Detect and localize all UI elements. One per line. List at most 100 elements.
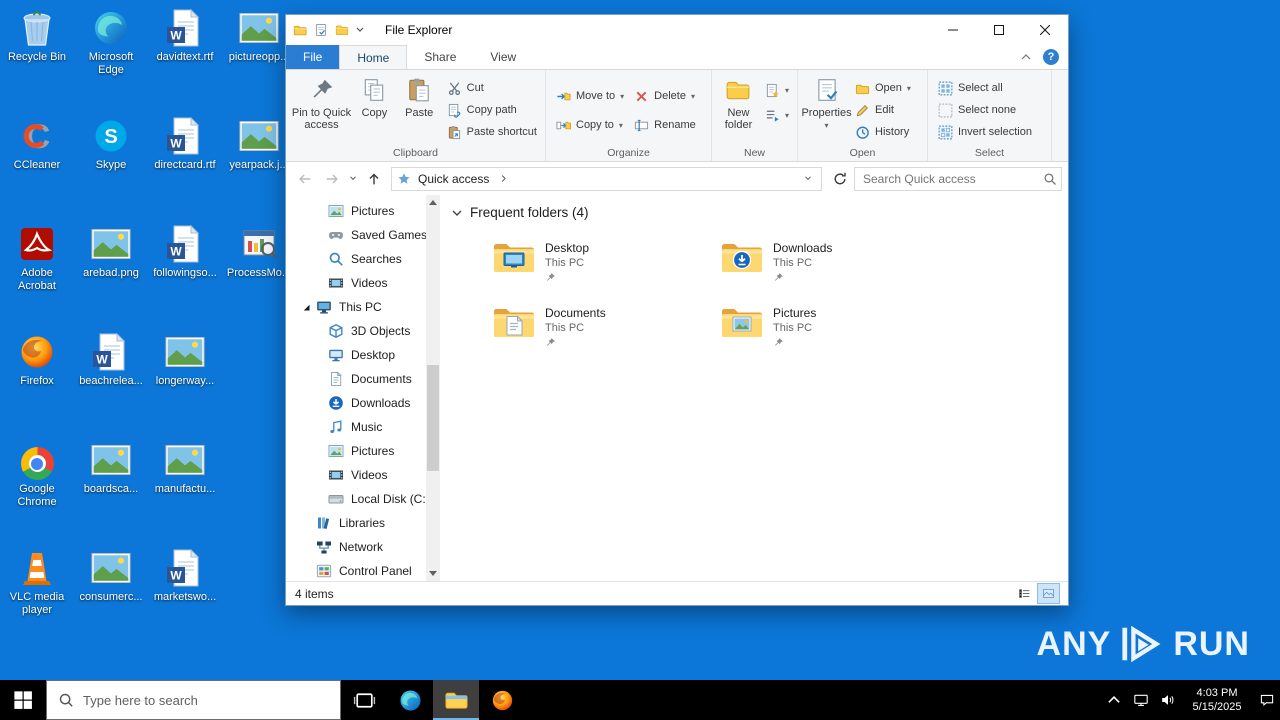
delete-button[interactable]: Delete▾ [629, 86, 701, 106]
sidebar-item-3d-objects[interactable]: 3D Objects [286, 319, 426, 343]
address-bar[interactable]: Quick access [391, 167, 822, 191]
easy-access-button[interactable]: ▾ [760, 105, 794, 125]
refresh-button[interactable] [827, 166, 852, 191]
desktop-icon-vlc-media-player[interactable]: VLC media player [4, 548, 70, 617]
scrollbar-thumb[interactable] [427, 365, 439, 471]
maximize-button[interactable] [976, 15, 1022, 45]
taskbar-search-input[interactable] [83, 693, 329, 708]
help-button[interactable]: ? [1043, 49, 1059, 65]
explorer-search-box[interactable] [854, 167, 1062, 191]
desktop-icon-boardsca[interactable]: boardsca... [78, 440, 144, 496]
cut-button[interactable]: Cut [442, 78, 542, 98]
desktop-icon-arebad-png[interactable]: arebad.png [78, 224, 144, 280]
desktop-icon-processmo[interactable]: ProcessMo... [226, 224, 292, 280]
tab-file[interactable]: File [286, 45, 339, 69]
tab-view[interactable]: View [473, 45, 533, 69]
move-to-button[interactable]: Move to▾ [551, 86, 629, 106]
new-item-button[interactable]: ▾ [760, 80, 794, 100]
frequent-folders-section-header[interactable]: Frequent folders (4) [448, 205, 1068, 220]
task-view-button[interactable] [341, 680, 387, 720]
sidebar-item-music[interactable]: Music [286, 415, 426, 439]
minimize-button[interactable] [930, 15, 976, 45]
hidden-icons-button[interactable] [1100, 680, 1127, 720]
desktop-icon-longerway[interactable]: longerway... [152, 332, 218, 388]
close-button[interactable] [1022, 15, 1068, 45]
desktop-icon-microsoft-edge[interactable]: Microsoft Edge [78, 8, 144, 77]
desktop-icon-followingso[interactable]: Wfollowingso... [152, 224, 218, 280]
desktop-icon-yearpack-j[interactable]: yearpack.j... [226, 116, 292, 172]
qat-properties-button[interactable] [314, 23, 328, 37]
folder-tile-downloads[interactable]: DownloadsThis PC [720, 240, 948, 305]
sidebar-item-local-disk-c[interactable]: Local Disk (C:) [286, 487, 426, 511]
action-center-button[interactable] [1253, 680, 1280, 720]
start-button[interactable] [0, 680, 46, 720]
sidebar-item-documents[interactable]: Documents [286, 367, 426, 391]
sidebar-item-network[interactable]: Network [286, 535, 426, 559]
nav-pane-scrollbar[interactable] [426, 195, 440, 581]
edit-button[interactable]: Edit [850, 100, 916, 120]
volume-icon[interactable] [1154, 680, 1181, 720]
desktop-icon-adobe-acrobat[interactable]: Adobe Acrobat [4, 224, 70, 293]
new-folder-button[interactable]: New folder [717, 73, 760, 131]
select-all-button[interactable]: Select all [933, 78, 1037, 98]
up-button[interactable] [361, 166, 386, 191]
desktop-icon-marketswo[interactable]: Wmarketswo... [152, 548, 218, 604]
taskbar-file-explorer-button[interactable] [433, 680, 479, 720]
recent-locations-button[interactable] [346, 166, 359, 191]
desktop-icon-directcard-rtf[interactable]: Wdirectcard.rtf [152, 116, 218, 172]
rename-button[interactable]: Rename [629, 115, 701, 135]
invert-selection-button[interactable]: Invert selection [933, 122, 1037, 142]
copy-path-button[interactable]: Copy path [442, 100, 542, 120]
thumbnails-view-button[interactable] [1038, 584, 1059, 603]
qat-new-folder-button[interactable] [335, 23, 349, 37]
desktop-icon-consumerc[interactable]: consumerc... [78, 548, 144, 604]
forward-button[interactable] [319, 166, 344, 191]
details-view-button[interactable] [1014, 584, 1035, 603]
sidebar-item-pictures[interactable]: Pictures [286, 439, 426, 463]
desktop-icon-firefox[interactable]: Firefox [4, 332, 70, 388]
paste-shortcut-button[interactable]: Paste shortcut [442, 122, 542, 142]
breadcrumb-chevron-icon[interactable] [501, 174, 507, 183]
scroll-down-arrow[interactable] [426, 566, 440, 581]
address-dropdown-button[interactable] [800, 176, 816, 181]
desktop-icon-beachrelea[interactable]: Wbeachrelea... [78, 332, 144, 388]
properties-button[interactable]: Properties ▾ [803, 73, 850, 132]
taskbar-search[interactable] [46, 680, 341, 720]
sidebar-item-videos[interactable]: Videos [286, 271, 426, 295]
collapse-ribbon-button[interactable] [1021, 54, 1031, 60]
desktop-icon-google-chrome[interactable]: Google Chrome [4, 440, 70, 509]
sidebar-item-this-pc[interactable]: This PC [286, 295, 426, 319]
desktop-icon-ccleaner[interactable]: CCCleaner [4, 116, 70, 172]
taskbar-edge-button[interactable] [387, 680, 433, 720]
desktop-icon-skype[interactable]: SSkype [78, 116, 144, 172]
sidebar-item-searches[interactable]: Searches [286, 247, 426, 271]
titlebar[interactable]: File Explorer [286, 15, 1068, 45]
taskbar-firefox-button[interactable] [479, 680, 525, 720]
copy-to-button[interactable]: Copy to▾ [551, 115, 629, 135]
sidebar-item-downloads[interactable]: Downloads [286, 391, 426, 415]
sidebar-item-desktop[interactable]: Desktop [286, 343, 426, 367]
scroll-up-arrow[interactable] [426, 195, 440, 210]
desktop-icon-manufactu[interactable]: manufactu... [152, 440, 218, 496]
pin-to-quick-access-button[interactable]: Pin to Quick access [291, 73, 352, 131]
folder-tile-desktop[interactable]: DesktopThis PC [492, 240, 720, 305]
sidebar-item-control-panel[interactable]: Control Panel [286, 559, 426, 581]
sidebar-item-videos[interactable]: Videos [286, 463, 426, 487]
taskbar-clock[interactable]: 4:03 PM 5/15/2025 [1181, 686, 1253, 714]
desktop-icon-davidtext-rtf[interactable]: Wdavidtext.rtf [152, 8, 218, 64]
expand-arrow-icon[interactable] [301, 302, 311, 312]
back-button[interactable] [292, 166, 317, 191]
explorer-search-input[interactable] [863, 172, 1043, 186]
sidebar-item-saved-games[interactable]: Saved Games [286, 223, 426, 247]
network-icon[interactable] [1127, 680, 1154, 720]
folder-tile-pictures[interactable]: PicturesThis PC [720, 305, 948, 370]
sidebar-item-libraries[interactable]: Libraries [286, 511, 426, 535]
history-button[interactable]: History [850, 122, 916, 142]
folder-tile-documents[interactable]: DocumentsThis PC [492, 305, 720, 370]
desktop-icon-pictureopp[interactable]: pictureopp... [226, 8, 292, 64]
breadcrumb-location[interactable]: Quick access [418, 172, 489, 186]
sidebar-item-pictures[interactable]: Pictures [286, 199, 426, 223]
paste-button[interactable]: Paste [397, 73, 442, 119]
copy-button[interactable]: Copy [352, 73, 397, 119]
qat-customize-button[interactable] [356, 27, 364, 33]
